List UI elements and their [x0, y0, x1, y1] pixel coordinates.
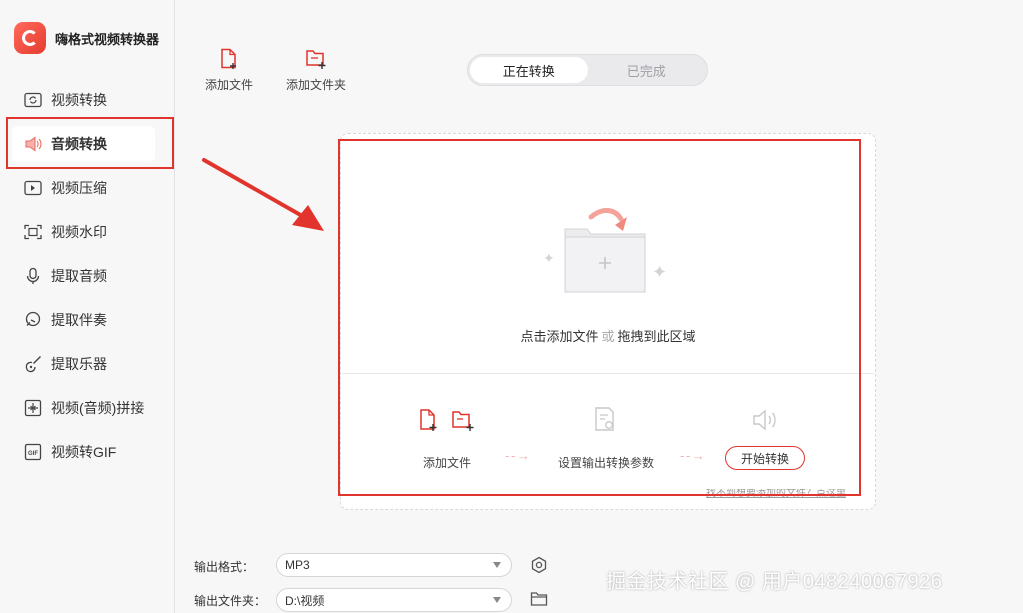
sidebar-item-extract-instrument[interactable]: 提取乐器 [0, 342, 175, 386]
sidebar-item-label: 视频压缩 [51, 180, 107, 196]
open-folder-icon[interactable] [530, 591, 548, 607]
tab-done[interactable]: 已完成 [588, 57, 706, 83]
sidebar-item-label: 视频水印 [51, 224, 107, 240]
app-window: 嗨格式视频转换器 视频转换 音频转换 视频压缩 视频水印 提取音频 提取伴奏 提… [0, 0, 1023, 613]
gif-icon: GIF [24, 443, 42, 461]
sidebar-item-label: 提取乐器 [51, 356, 107, 372]
watermark-text: 掘金技术社区 @ 用户048240067926 [606, 571, 943, 593]
status-tabs: 正在转换 已完成 [467, 54, 708, 86]
sidebar-item-video-convert[interactable]: 视频转换 [0, 78, 175, 122]
guitar-icon [24, 355, 42, 373]
add-folder-icon [306, 50, 326, 69]
sidebar-item-video-compress[interactable]: 视频压缩 [0, 166, 175, 210]
output-format-select[interactable]: MP3 [276, 553, 512, 577]
tab-converting[interactable]: 正在转换 [470, 57, 588, 83]
add-file-button[interactable]: 添加文件 [205, 48, 253, 93]
annotation-arrow-icon [202, 158, 324, 231]
format-settings-icon[interactable] [530, 556, 548, 574]
sidebar-item-label: 视频(音频)拼接 [51, 400, 145, 416]
app-logo-icon [14, 22, 46, 54]
video-convert-icon [24, 91, 42, 109]
merge-icon [24, 399, 42, 417]
output-format-value: MP3 [285, 558, 310, 572]
output-folder-label: 输出文件夹： [194, 594, 267, 608]
sidebar-item-video-watermark[interactable]: 视频水印 [0, 210, 175, 254]
sidebar-item-label: 提取音频 [51, 268, 107, 284]
sidebar-item-label: 视频转换 [51, 92, 107, 108]
video-compress-icon [24, 179, 42, 197]
output-folder-select[interactable]: D:\视频 [276, 588, 512, 612]
sidebar-item-merge[interactable]: 视频(音频)拼接 [0, 386, 175, 430]
output-folder-value: D:\视频 [285, 593, 325, 608]
mic-icon [24, 267, 42, 285]
app-title: 嗨格式视频转换器 [55, 31, 160, 47]
add-folder-label: 添加文件夹 [286, 78, 347, 92]
output-format-label: 输出格式： [194, 560, 255, 574]
sidebar-item-label: 音频转换 [51, 136, 107, 152]
sidebar-item-label: 视频转GIF [51, 444, 117, 460]
add-folder-button[interactable]: 添加文件夹 [286, 48, 346, 93]
app-header: 嗨格式视频转换器 [14, 22, 159, 54]
sidebar-item-extract-accompaniment[interactable]: 提取伴奏 [0, 298, 175, 342]
add-file-label: 添加文件 [205, 78, 254, 92]
sidebar: 嗨格式视频转换器 视频转换 音频转换 视频压缩 视频水印 提取音频 提取伴奏 提… [0, 0, 175, 613]
add-file-icon [221, 48, 236, 69]
chevron-down-icon [493, 597, 501, 603]
svg-text:GIF: GIF [28, 451, 38, 457]
headset-icon [24, 311, 42, 329]
sidebar-item-gif[interactable]: GIF 视频转GIF [0, 430, 175, 474]
chevron-down-icon [493, 562, 501, 568]
watermark-icon [24, 223, 42, 241]
sidebar-item-label: 提取伴奏 [51, 312, 107, 328]
sidebar-item-extract-audio[interactable]: 提取音频 [0, 254, 175, 298]
annotation-dropzone-box [338, 139, 861, 496]
audio-icon [24, 135, 42, 153]
